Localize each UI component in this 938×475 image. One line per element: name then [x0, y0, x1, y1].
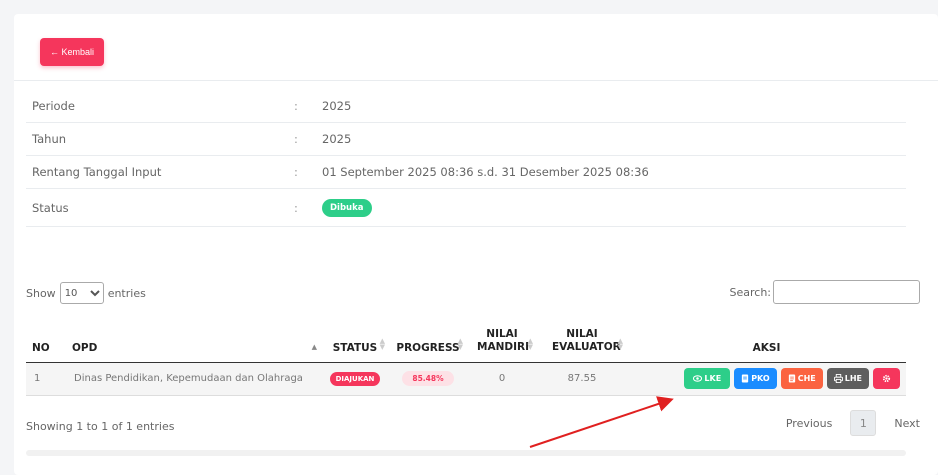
status-badge: Dibuka — [322, 198, 372, 217]
info-row-status: Status : Dibuka — [26, 189, 906, 227]
info-colon: : — [294, 99, 298, 113]
lhe-button[interactable]: LHE — [826, 368, 869, 389]
pko-button[interactable]: PKO — [734, 368, 777, 389]
table-info: Showing 1 to 1 of 1 entries — [26, 420, 175, 433]
che-label: CHE — [797, 374, 816, 383]
info-value: Dibuka — [322, 198, 906, 217]
previous-button[interactable]: Previous — [786, 417, 833, 430]
next-button[interactable]: Next — [894, 417, 920, 430]
entries-label: entries — [107, 286, 146, 300]
sort-icon: ▲ ▼ — [527, 336, 533, 351]
cell-opd: Dinas Pendidikan, Kepemudaan dan Olahrag… — [66, 362, 321, 396]
pko-label: PKO — [751, 374, 770, 383]
cell-aksi: LKE PKO CHE LHE — [627, 362, 906, 396]
settings-button[interactable] — [873, 368, 900, 389]
info-table: Periode : 2025 Tahun : 2025 Rentang Tang… — [26, 90, 906, 227]
info-label: Rentang Tanggal Input — [32, 165, 162, 179]
column-header-no[interactable]: NO — [26, 320, 66, 363]
cell-status: DIAJUKAN — [321, 362, 389, 396]
column-header-opd[interactable]: OPD ▲ — [66, 320, 321, 363]
pagination: Previous 1 Next — [786, 410, 920, 436]
cell-nilai-evaluator: 87.55 — [537, 362, 627, 396]
search-control: Search: — [729, 280, 920, 304]
sort-icon: ▲ ▼ — [379, 336, 385, 351]
document-icon — [742, 374, 749, 383]
info-label: Status — [32, 200, 69, 215]
horizontal-scrollbar[interactable] — [26, 450, 906, 456]
content-card: ← Kembali — [14, 14, 938, 475]
cell-progress: 85.48% — [389, 362, 467, 396]
sort-asc-icon: ▲ — [311, 342, 317, 351]
column-header-nilai-evaluator[interactable]: NILAI EVALUATOR ▲ ▼ — [537, 320, 627, 363]
che-button[interactable]: CHE — [780, 368, 823, 389]
gear-icon — [882, 374, 891, 383]
entries-length-control: Show 10 entries — [26, 282, 146, 304]
entries-select[interactable]: 10 — [59, 282, 104, 304]
sort-icon: ▲ ▼ — [617, 336, 623, 351]
print-icon — [833, 374, 843, 383]
back-button[interactable]: ← Kembali — [40, 38, 105, 66]
status-badge: DIAJUKAN — [329, 371, 381, 386]
info-value: 01 September 2025 08:36 s.d. 31 Desember… — [322, 165, 649, 179]
column-header-progress[interactable]: PROGRESS ▲ ▼ — [389, 320, 467, 363]
search-label: Search: — [729, 285, 772, 299]
card-header: ← Kembali — [14, 14, 938, 81]
data-table: NO OPD ▲ STATUS ▲ ▼ PROGRESS ▲ ▼ NILAI MANDIR… — [26, 320, 906, 396]
column-header-status[interactable]: STATUS ▲ ▼ — [321, 320, 389, 363]
info-row-periode: Periode : 2025 — [26, 90, 906, 123]
progress-badge: 85.48% — [402, 371, 454, 386]
lke-label: LKE — [704, 374, 722, 383]
info-value: 2025 — [322, 99, 352, 113]
info-value: 2025 — [322, 132, 352, 146]
search-input[interactable] — [773, 280, 920, 304]
checklist-icon — [788, 374, 795, 383]
info-colon: : — [294, 165, 298, 179]
column-header-nilai-mandiri[interactable]: NILAI MANDIRI ▲ ▼ — [467, 320, 537, 363]
page-button-1[interactable]: 1 — [850, 410, 877, 436]
lke-button[interactable]: LKE — [684, 368, 731, 389]
info-label: Periode — [32, 99, 75, 113]
info-row-rentang: Rentang Tanggal Input : 01 September 202… — [26, 156, 906, 189]
cell-no: 1 — [26, 362, 66, 396]
table-row: 1 Dinas Pendidikan, Kepemudaan dan Olahr… — [26, 362, 906, 396]
eye-icon — [693, 375, 703, 382]
info-colon: : — [294, 200, 298, 215]
sort-icon: ▲ ▼ — [457, 336, 463, 351]
info-label: Tahun — [32, 132, 67, 146]
info-colon: : — [294, 132, 298, 146]
cell-nilai-mandiri: 0 — [467, 362, 537, 396]
column-header-aksi: AKSI — [627, 320, 906, 363]
lhe-label: LHE — [844, 374, 862, 383]
show-label: Show — [26, 286, 56, 300]
info-row-tahun: Tahun : 2025 — [26, 123, 906, 156]
